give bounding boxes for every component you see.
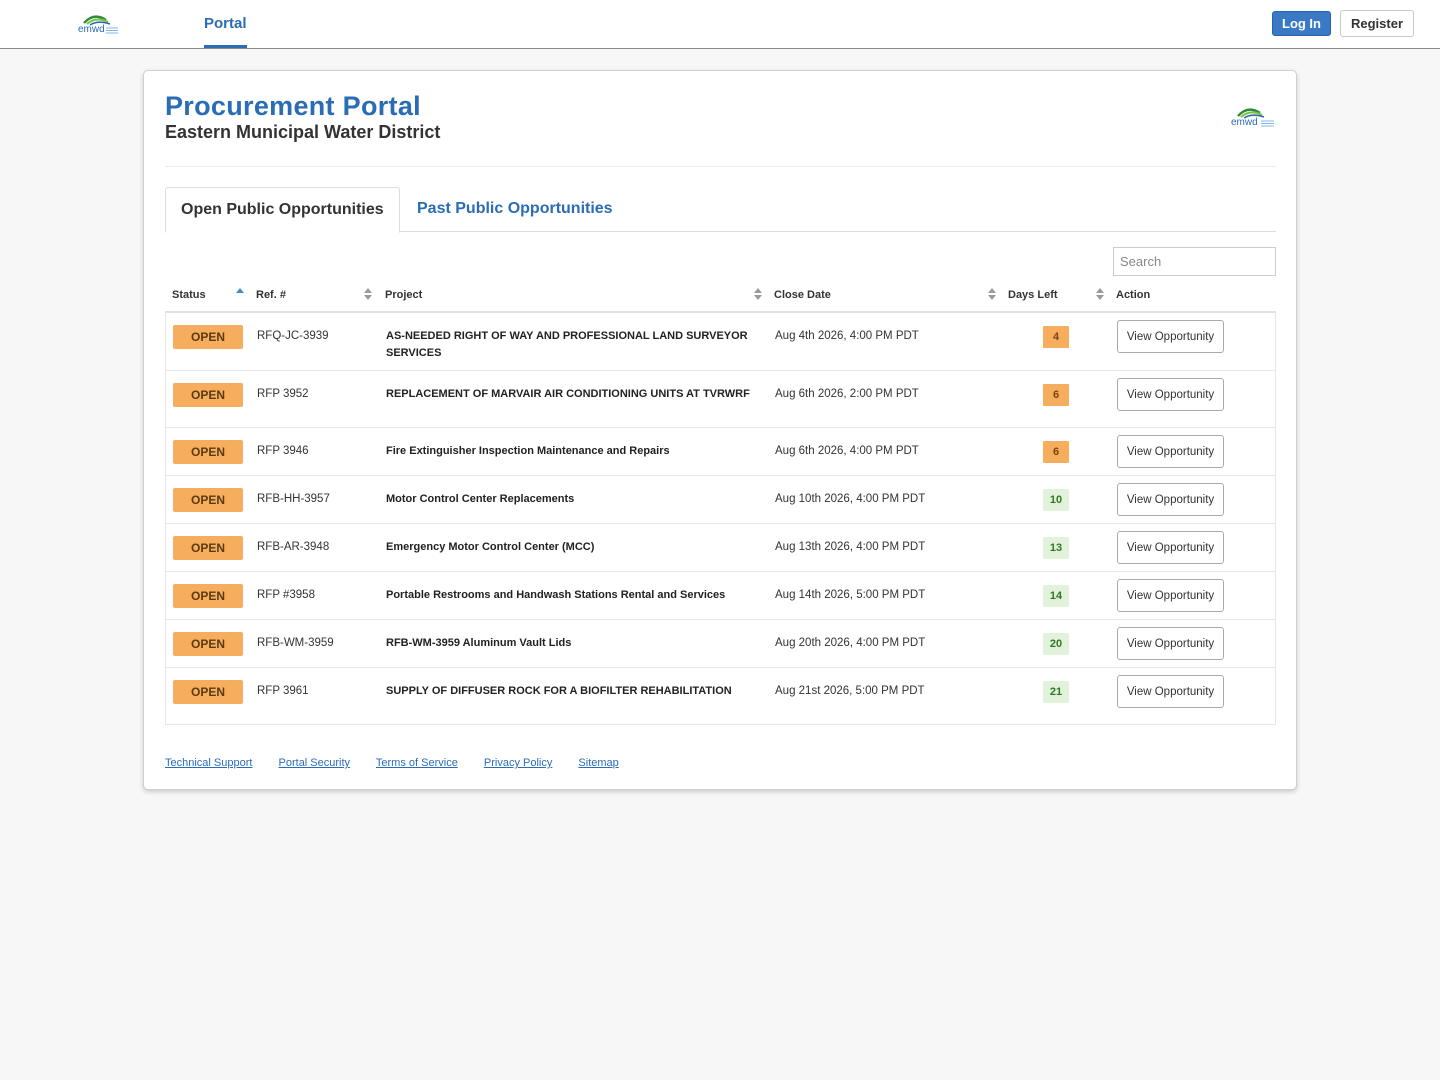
project-name: Portable Restrooms and Handwash Stations… <box>386 589 726 601</box>
opportunities-table: Status Ref. # Project Close Date Days Le… <box>165 283 1276 725</box>
ref-number: RFP 3946 <box>257 445 309 457</box>
days-left-badge: 4 <box>1043 326 1069 348</box>
tab-open-opportunities[interactable]: Open Public Opportunities <box>165 187 400 233</box>
status-badge: OPEN <box>173 536 243 560</box>
page-title: Procurement Portal <box>165 91 421 121</box>
sort-days-left-icon[interactable] <box>1096 287 1105 303</box>
days-left-badge: 6 <box>1043 384 1069 406</box>
days-left-badge: 13 <box>1043 537 1069 559</box>
ref-number: RFQ-JC-3939 <box>257 330 329 342</box>
status-badge: OPEN <box>173 584 243 608</box>
login-button[interactable]: Log In <box>1272 11 1331 36</box>
table-row: OPEN RFB-AR-3948 Emergency Motor Control… <box>166 523 1275 571</box>
footer-link-technical-support[interactable]: Technical Support <box>165 757 252 769</box>
footer-link-portal-security[interactable]: Portal Security <box>279 757 351 769</box>
opportunity-tabs: Open Public Opportunities Past Public Op… <box>165 187 1276 233</box>
project-name: REPLACEMENT OF MARVAIR AIR CONDITIONING … <box>386 388 750 400</box>
nav-portal-tab[interactable]: Portal <box>204 0 247 48</box>
project-name: RFB-WM-3959 Aluminum Vault Lids <box>386 637 572 649</box>
project-name: Fire Extinguisher Inspection Maintenance… <box>386 445 670 457</box>
table-row: OPEN RFB-WM-3959 RFB-WM-3959 Aluminum Va… <box>166 619 1275 667</box>
sort-close-date-icon[interactable] <box>988 287 997 303</box>
ref-number: RFP #3958 <box>257 589 315 601</box>
footer-link-sitemap[interactable]: Sitemap <box>578 757 618 769</box>
sort-project-icon[interactable] <box>754 287 763 303</box>
status-badge: OPEN <box>173 632 243 656</box>
view-opportunity-button[interactable]: View Opportunity <box>1117 378 1224 411</box>
column-days-left[interactable]: Days Left <box>1008 289 1058 301</box>
view-opportunity-button[interactable]: View Opportunity <box>1117 435 1224 468</box>
column-ref[interactable]: Ref. # <box>256 289 286 301</box>
view-opportunity-button[interactable]: View Opportunity <box>1117 483 1224 516</box>
table-row: OPEN RFB-HH-3957 Motor Control Center Re… <box>166 475 1275 523</box>
top-navbar: emwd Portal Log In Register <box>0 0 1440 49</box>
close-date: Aug 21st 2026, 5:00 PM PDT <box>775 685 925 697</box>
days-left-badge: 21 <box>1043 681 1069 703</box>
column-status[interactable]: Status <box>172 289 206 301</box>
sort-ref-icon[interactable] <box>364 287 373 303</box>
table-row: OPEN RFP 3952 REPLACEMENT OF MARVAIR AIR… <box>166 370 1275 427</box>
emwd-logo-large: emwd <box>1231 108 1274 128</box>
project-name: SUPPLY OF DIFFUSER ROCK FOR A BIOFILTER … <box>386 685 732 697</box>
tab-past-opportunities[interactable]: Past Public Opportunities <box>417 187 613 232</box>
days-left-badge: 14 <box>1043 585 1069 607</box>
status-badge: OPEN <box>173 325 243 349</box>
view-opportunity-button[interactable]: View Opportunity <box>1117 627 1224 660</box>
column-close-date[interactable]: Close Date <box>774 289 831 301</box>
ref-number: RFP 3961 <box>257 685 309 697</box>
column-action: Action <box>1116 289 1151 301</box>
footer-link-terms-of-service[interactable]: Terms of Service <box>376 757 458 769</box>
days-left-badge: 6 <box>1043 441 1069 463</box>
portal-card: Procurement Portal Eastern Municipal Wat… <box>143 70 1297 790</box>
ref-number: RFB-AR-3948 <box>257 541 330 553</box>
project-name: Emergency Motor Control Center (MCC) <box>386 541 595 553</box>
project-name: Motor Control Center Replacements <box>386 493 575 505</box>
view-opportunity-button[interactable]: View Opportunity <box>1117 320 1224 353</box>
view-opportunity-button[interactable]: View Opportunity <box>1117 675 1224 708</box>
table-header: Status Ref. # Project Close Date Days Le… <box>165 283 1276 313</box>
page-subtitle: Eastern Municipal Water District <box>165 122 441 142</box>
close-date: Aug 14th 2026, 5:00 PM PDT <box>775 589 926 601</box>
ref-number: RFP 3952 <box>257 388 309 400</box>
view-opportunity-button[interactable]: View Opportunity <box>1117 579 1224 612</box>
header-divider <box>165 166 1276 167</box>
ref-number: RFB-WM-3959 <box>257 637 334 649</box>
close-date: Aug 6th 2026, 4:00 PM PDT <box>775 445 919 457</box>
close-date: Aug 4th 2026, 4:00 PM PDT <box>775 330 919 342</box>
close-date: Aug 10th 2026, 4:00 PM PDT <box>775 493 926 505</box>
status-badge: OPEN <box>173 680 243 704</box>
column-project[interactable]: Project <box>385 289 422 301</box>
table-body: OPEN RFQ-JC-3939 AS-NEEDED RIGHT OF WAY … <box>165 313 1276 725</box>
status-badge: OPEN <box>173 440 243 464</box>
svg-text:emwd: emwd <box>1231 117 1258 128</box>
days-left-badge: 10 <box>1043 489 1069 511</box>
table-row: OPEN RFP 3961 SUPPLY OF DIFFUSER ROCK FO… <box>166 667 1275 724</box>
project-name: AS-NEEDED RIGHT OF WAY AND PROFESSIONAL … <box>386 330 748 359</box>
status-badge: OPEN <box>173 488 243 512</box>
view-opportunity-button[interactable]: View Opportunity <box>1117 531 1224 564</box>
search-input[interactable] <box>1113 247 1276 276</box>
close-date: Aug 6th 2026, 2:00 PM PDT <box>775 388 919 400</box>
days-left-badge: 20 <box>1043 633 1069 655</box>
svg-text:emwd: emwd <box>78 24 105 35</box>
sort-status-icon[interactable] <box>236 287 245 303</box>
close-date: Aug 13th 2026, 4:00 PM PDT <box>775 541 926 553</box>
table-row: OPEN RFP 3946 Fire Extinguisher Inspecti… <box>166 427 1275 475</box>
emwd-logo[interactable]: emwd <box>78 11 120 35</box>
footer-links: Technical Support Portal Security Terms … <box>165 757 642 769</box>
register-button[interactable]: Register <box>1340 10 1414 37</box>
close-date: Aug 20th 2026, 4:00 PM PDT <box>775 637 926 649</box>
ref-number: RFB-HH-3957 <box>257 493 330 505</box>
table-row: OPEN RFP #3958 Portable Restrooms and Ha… <box>166 571 1275 619</box>
table-row: OPEN RFQ-JC-3939 AS-NEEDED RIGHT OF WAY … <box>166 313 1275 370</box>
status-badge: OPEN <box>173 383 243 407</box>
footer-link-privacy-policy[interactable]: Privacy Policy <box>484 757 552 769</box>
